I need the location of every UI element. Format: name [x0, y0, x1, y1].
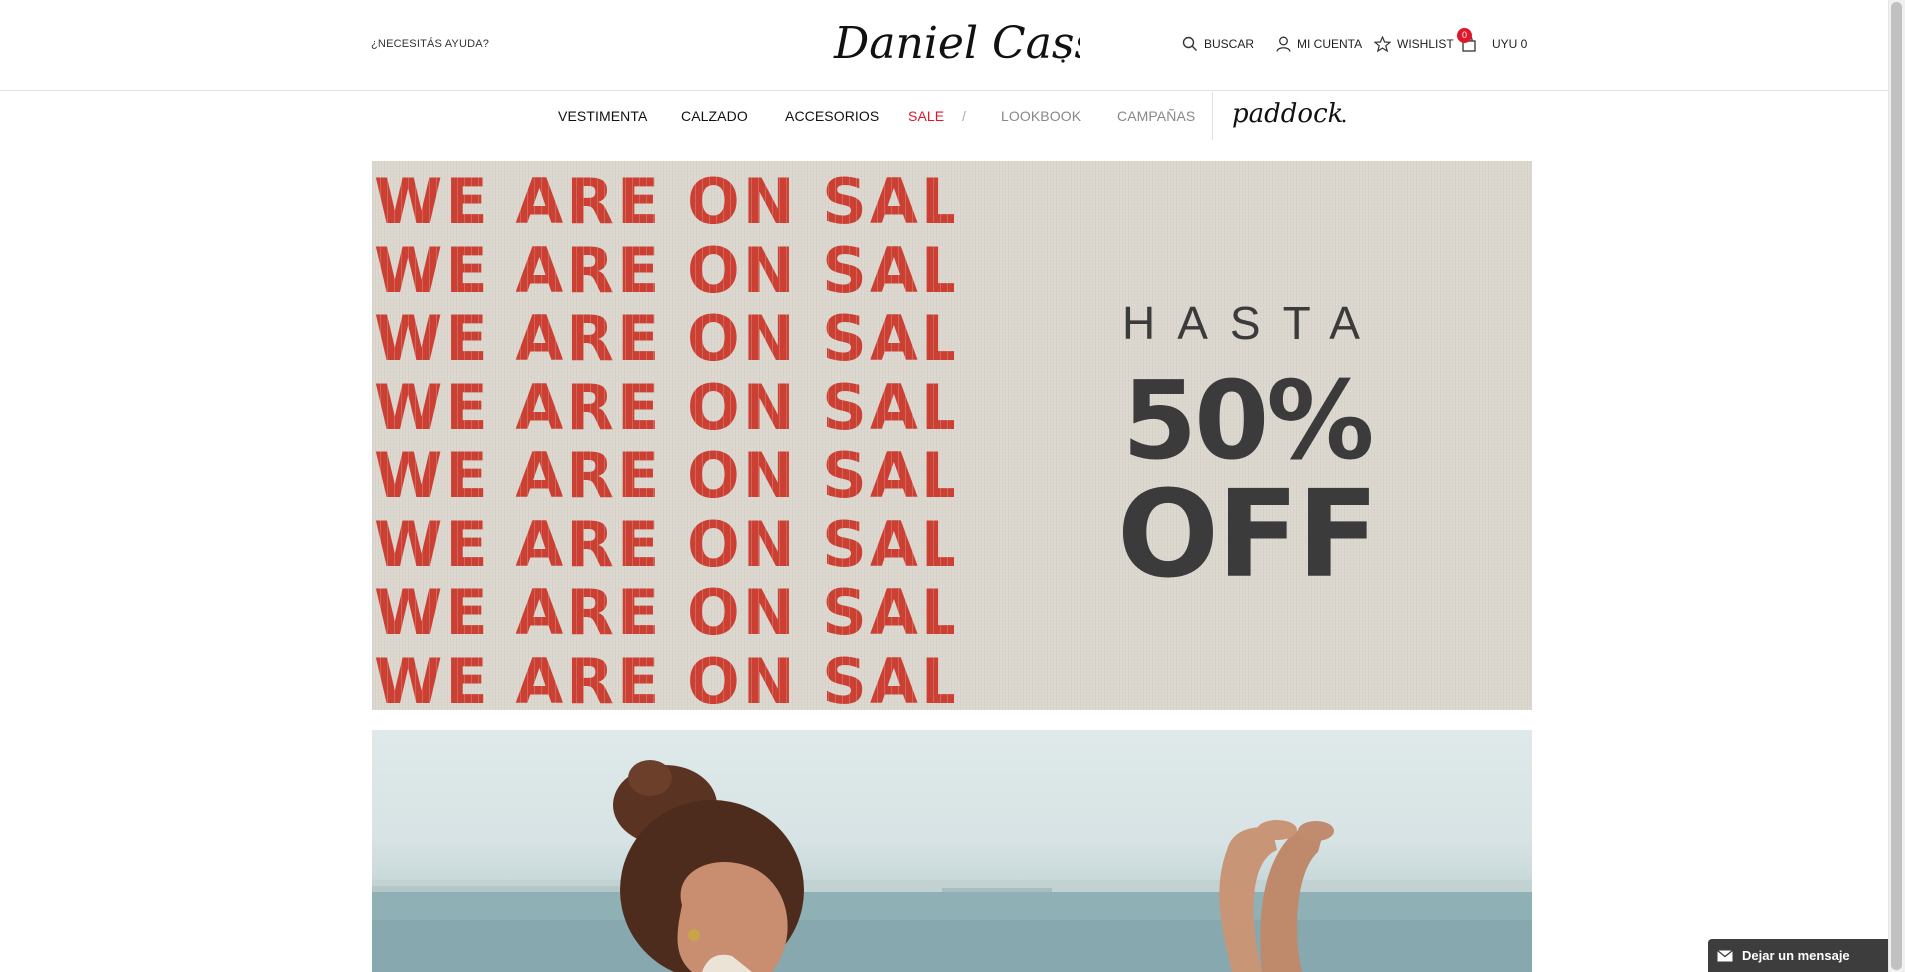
sale-line: WE ARE ON SALE — [374, 507, 1009, 581]
star-icon — [1374, 36, 1391, 52]
wishlist-label: WISHLIST — [1397, 37, 1454, 51]
sale-banner[interactable]: WE ARE ON SALE WE ARE ON SALE WE ARE ON … — [372, 161, 1532, 710]
sale-line: WE ARE ON SALE — [374, 302, 1009, 375]
nav-item-lookbook[interactable]: LOOKBOOK — [1001, 108, 1081, 124]
search-icon — [1182, 36, 1197, 51]
account-button[interactable]: MI CUENTA — [1276, 34, 1362, 54]
wishlist-button[interactable]: WISHLIST — [1374, 34, 1454, 54]
sale-pattern: WE ARE ON SALE WE ARE ON SALE WE ARE ON … — [374, 165, 1009, 710]
main-nav: VESTIMENTA CALZADO ACCESORIOS SALE / LOO… — [0, 92, 1905, 140]
chat-widget-button[interactable]: Dejar un mensaje — [1708, 939, 1894, 972]
paddock-logo-text: paddock — [1232, 99, 1343, 129]
nav-item-sale[interactable]: SALE — [908, 108, 944, 124]
sale-line: WE ARE ON SALE — [374, 647, 1006, 710]
account-label: MI CUENTA — [1297, 37, 1363, 51]
scrollbar-thumb[interactable] — [1891, 2, 1902, 970]
nav-item-calzado[interactable]: CALZADO — [681, 108, 748, 124]
paddock-brand-link[interactable]: paddock — [1232, 97, 1348, 133]
search-label: BUSCAR — [1204, 37, 1255, 51]
nav-divider — [1212, 92, 1213, 140]
chat-label: Dejar un mensaje — [1742, 948, 1850, 963]
sale-line: WE ARE ON SALE — [374, 370, 1009, 444]
user-icon — [1276, 36, 1291, 52]
logo-text: Daniel Cassin — [833, 18, 1080, 69]
envelope-icon — [1708, 939, 1742, 972]
help-link[interactable]: ¿NECESITÁS AYUDA? — [371, 38, 489, 50]
cart-label: UYU 0 — [1492, 37, 1528, 51]
sale-line: WE ARE ON SALE — [374, 439, 1009, 512]
brand-logo[interactable]: Daniel Cassin — [830, 14, 1140, 74]
nav-item-campanas[interactable]: CAMPAÑAS — [1117, 108, 1195, 124]
search-button[interactable]: BUSCAR — [1182, 34, 1254, 54]
cart-count-badge: 0 — [1457, 28, 1472, 43]
banner-off: OFF — [1117, 466, 1379, 605]
nav-separator: / — [962, 108, 966, 124]
campaign-photo[interactable] — [372, 730, 1532, 972]
sale-line: WE ARE ON SALE — [374, 233, 1009, 307]
beach-model-image — [372, 760, 1532, 972]
nav-item-accesorios[interactable]: ACCESORIOS — [785, 108, 879, 124]
sale-line: WE ARE ON SALE — [374, 576, 1009, 649]
banner-hasta: HASTA — [1122, 297, 1382, 349]
nav-item-vestimenta[interactable]: VESTIMENTA — [558, 108, 647, 124]
sale-line: WE ARE ON SALE — [374, 165, 1009, 238]
site-header: ¿NECESITÁS AYUDA? Daniel Cassin BUSCAR M… — [0, 0, 1905, 91]
